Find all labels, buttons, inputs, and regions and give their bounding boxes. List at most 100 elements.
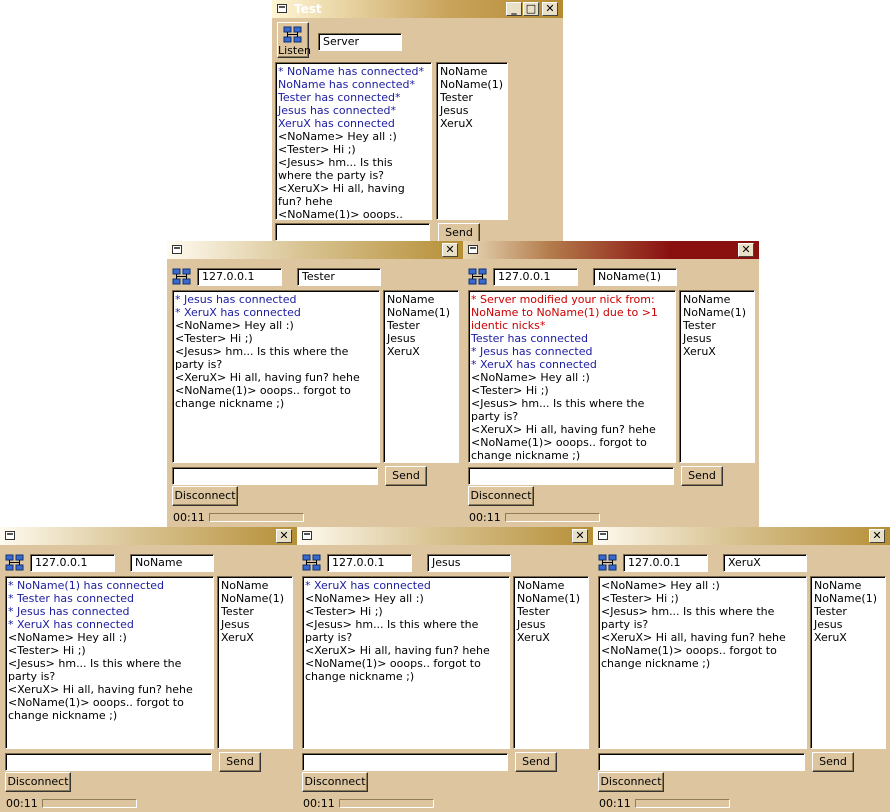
user-list-item[interactable]: NoName(1)	[387, 306, 455, 319]
user-list-item[interactable]: Tester	[387, 319, 455, 332]
send-button[interactable]: Send	[385, 466, 427, 486]
window-icon[interactable]	[302, 531, 312, 540]
user-list-item[interactable]: Jesus	[814, 618, 882, 631]
close-button[interactable]: ✕	[442, 243, 458, 257]
user-list-item[interactable]: NoName	[221, 579, 289, 592]
user-list-item[interactable]: XeruX	[221, 631, 289, 644]
message-input[interactable]	[302, 753, 508, 771]
user-list-item[interactable]: Tester	[814, 605, 882, 618]
listen-button[interactable]: Listen	[277, 22, 311, 58]
message-input[interactable]	[275, 223, 430, 241]
user-list-item[interactable]: Tester	[440, 91, 504, 104]
client-title-bar[interactable]: ✕	[593, 527, 890, 545]
user-list-item[interactable]: NoName(1)	[221, 592, 289, 605]
network-icon[interactable]	[172, 268, 192, 286]
nick-field[interactable]: Jesus	[427, 554, 511, 572]
user-list-item[interactable]: NoName	[517, 579, 585, 592]
client-title-bar[interactable]: ✕	[167, 241, 463, 259]
host-field[interactable]: 127.0.0.1	[493, 268, 578, 286]
user-list-item[interactable]: Tester	[517, 605, 585, 618]
network-icon[interactable]	[598, 554, 618, 572]
user-list-item[interactable]: Jesus	[517, 618, 585, 631]
user-list-item[interactable]: XeruX	[683, 345, 751, 358]
log-line: <XeruX> Hi all, having fun? hehe	[305, 644, 490, 657]
network-icon[interactable]	[5, 554, 25, 572]
client-title-bar[interactable]: ✕	[297, 527, 593, 545]
host-field[interactable]: 127.0.0.1	[623, 554, 708, 572]
user-list-item[interactable]: Jesus	[221, 618, 289, 631]
window-icon[interactable]	[277, 4, 287, 13]
nick-field[interactable]: Tester	[297, 268, 381, 286]
window-icon[interactable]	[172, 245, 182, 254]
window-icon[interactable]	[598, 531, 608, 540]
status-time: 00:11	[599, 797, 631, 810]
user-list-item[interactable]: NoName(1)	[440, 78, 504, 91]
chat-log[interactable]: * Server modified your nick from: NoName…	[468, 290, 676, 463]
network-icon[interactable]	[302, 554, 322, 572]
chat-log[interactable]: * NoName has connected* NoName has conne…	[275, 62, 432, 220]
user-list[interactable]: NoName NoName(1) Tester Jesus XeruX	[513, 576, 589, 749]
close-button[interactable]: ✕	[542, 2, 558, 16]
host-field[interactable]: 127.0.0.1	[327, 554, 412, 572]
close-button[interactable]: ✕	[276, 529, 292, 543]
user-list-item[interactable]: XeruX	[387, 345, 455, 358]
log-line: <NoName(1)> ooops.. forgot to change nic…	[601, 644, 777, 670]
send-button[interactable]: Send	[515, 752, 557, 772]
client-title-bar[interactable]: ✕	[0, 527, 297, 545]
window-icon[interactable]	[5, 531, 15, 540]
client-title-bar[interactable]: ✕	[463, 241, 759, 259]
send-button[interactable]: Send	[812, 752, 854, 772]
disconnect-button[interactable]: Disconnect	[5, 772, 71, 792]
chat-log[interactable]: * Jesus has connected * XeruX has connect…	[172, 290, 380, 463]
close-button[interactable]: ✕	[869, 529, 885, 543]
client-window-noname-1: ✕ 127.0.0.1 NoName(1) * Server modified …	[463, 241, 759, 527]
network-icon[interactable]	[468, 268, 488, 286]
user-list[interactable]: NoName NoName(1) Tester Jesus XeruX	[383, 290, 459, 463]
user-list-item[interactable]: NoName	[387, 293, 455, 306]
message-input[interactable]	[5, 753, 212, 771]
disconnect-button[interactable]: Disconnect	[172, 486, 238, 506]
server-title-bar[interactable]: Test _ □ ✕	[272, 0, 563, 18]
message-input[interactable]	[468, 467, 674, 485]
chat-log[interactable]: * NoName(1) has connected * Tester has co…	[5, 576, 214, 749]
user-list-item[interactable]: NoName(1)	[517, 592, 585, 605]
minimize-button[interactable]: _	[506, 2, 522, 16]
host-field[interactable]: 127.0.0.1	[197, 268, 282, 286]
user-list-item[interactable]: NoName	[440, 65, 504, 78]
user-list-item[interactable]: NoName	[683, 293, 751, 306]
nick-field[interactable]: XeruX	[723, 554, 807, 572]
nick-field[interactable]: NoName	[130, 554, 214, 572]
user-list-item[interactable]: Jesus	[440, 104, 504, 117]
user-list-item[interactable]: NoName	[814, 579, 882, 592]
user-list-item[interactable]: NoName(1)	[683, 306, 751, 319]
send-button[interactable]: Send	[438, 223, 480, 241]
close-button[interactable]: ✕	[738, 243, 754, 257]
maximize-button[interactable]: □	[523, 2, 539, 16]
user-list-item[interactable]: XeruX	[517, 631, 585, 644]
disconnect-button[interactable]: Disconnect	[468, 486, 534, 506]
user-list[interactable]: NoName NoName(1) Tester Jesus XeruX	[810, 576, 886, 749]
nick-field[interactable]: NoName(1)	[593, 268, 677, 286]
chat-log[interactable]: <NoName> Hey all :) <Tester> Hi ;) <Jesus>…	[598, 576, 807, 749]
user-list-item[interactable]: Tester	[683, 319, 751, 332]
user-list-item[interactable]: Jesus	[387, 332, 455, 345]
user-list[interactable]: NoName NoName(1) Tester Jesus XeruX	[436, 62, 508, 220]
user-list-item[interactable]: Jesus	[683, 332, 751, 345]
user-list-item[interactable]: Tester	[221, 605, 289, 618]
user-list-item[interactable]: XeruX	[440, 117, 504, 130]
message-input[interactable]	[172, 467, 378, 485]
server-name-field[interactable]: Server	[318, 33, 402, 51]
user-list-item[interactable]: NoName(1)	[814, 592, 882, 605]
window-icon[interactable]	[468, 245, 478, 254]
message-input[interactable]	[598, 753, 805, 771]
send-button[interactable]: Send	[681, 466, 723, 486]
send-button[interactable]: Send	[219, 752, 261, 772]
user-list-item[interactable]: XeruX	[814, 631, 882, 644]
user-list[interactable]: NoName NoName(1) Tester Jesus XeruX	[217, 576, 293, 749]
chat-log[interactable]: * XeruX has connected <NoName> Hey all :)…	[302, 576, 510, 749]
user-list[interactable]: NoName NoName(1) Tester Jesus XeruX	[679, 290, 755, 463]
close-button[interactable]: ✕	[572, 529, 588, 543]
disconnect-button[interactable]: Disconnect	[302, 772, 368, 792]
host-field[interactable]: 127.0.0.1	[30, 554, 115, 572]
disconnect-button[interactable]: Disconnect	[598, 772, 664, 792]
